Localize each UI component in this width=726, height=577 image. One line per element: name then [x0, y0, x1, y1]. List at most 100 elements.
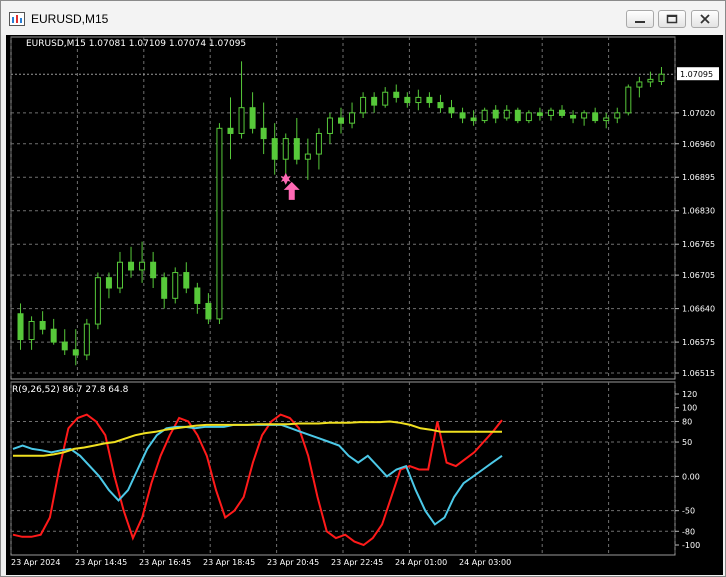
minimize-icon: [635, 21, 645, 23]
price-tick-label: 1.06960: [682, 140, 715, 149]
time-axis-label: 24 Apr 01:00: [395, 558, 447, 567]
candle-body: [161, 277, 168, 299]
candle-body: [271, 138, 278, 160]
price-tick-label: 1.07020: [682, 109, 715, 118]
candle-body: [514, 109, 521, 122]
candle-body: [227, 127, 234, 134]
price-tick-label: 1.06895: [682, 173, 715, 182]
time-axis-label: 23 Apr 18:45: [203, 558, 255, 567]
candle-body: [603, 117, 610, 122]
osc-tick-label: -50: [682, 507, 695, 516]
candle-body: [349, 112, 356, 124]
candle-body: [360, 96, 367, 114]
candle-body: [28, 320, 35, 341]
candle-body: [415, 96, 422, 104]
candle-body: [94, 277, 101, 325]
candle-body: [547, 109, 554, 116]
candle-body: [83, 323, 90, 356]
candle-body: [282, 138, 289, 160]
candle-body: [636, 81, 643, 88]
candle-body: [61, 341, 68, 351]
candle-body: [17, 313, 24, 341]
price-tick-label: 1.06765: [682, 240, 715, 249]
candle-body: [448, 107, 455, 114]
candle-body: [315, 132, 322, 155]
candle-body: [194, 287, 201, 304]
candle-body: [338, 117, 344, 124]
candle-body: [525, 112, 532, 122]
chart-window: EURUSD,M15 1.07020 1.06960 1.06895 1.06830 1…: [0, 0, 726, 577]
candle-body: [570, 114, 577, 119]
candle-body: [116, 261, 123, 289]
indicator-pane-header: R(9,26,52) 86.7 27.8 64.8: [12, 385, 129, 395]
osc-tick-label: 120: [682, 390, 697, 399]
osc-tick-label: -100: [682, 541, 700, 550]
signal-star-icon: [280, 172, 291, 185]
price-tick-label: 1.06830: [682, 207, 715, 216]
candle-body: [404, 96, 411, 104]
candle-body: [293, 138, 300, 160]
chart-app-icon: [9, 12, 25, 26]
candle-body: [150, 261, 157, 279]
candle-body: [426, 96, 433, 104]
candle-body: [39, 320, 46, 330]
oscillator-line: [12, 413, 503, 547]
candle-body: [260, 127, 267, 140]
candle-body: [581, 112, 588, 119]
candle-body: [503, 109, 510, 119]
candle-body: [481, 109, 488, 122]
candle-body: [183, 272, 190, 289]
main-pane-header: EURUSD,M15 1.07081 1.07109 1.07074 1.070…: [26, 39, 246, 49]
candle-body: [249, 107, 256, 129]
candle-body: [105, 277, 112, 289]
candle-body: [658, 73, 665, 82]
oscillator-line: [12, 423, 503, 526]
candle-body: [326, 117, 333, 134]
buy-arrow-icon: [283, 181, 300, 200]
osc-tick-label: 80: [682, 417, 692, 426]
candle-body: [172, 272, 179, 299]
time-axis-label: 23 Apr 22:45: [331, 558, 383, 567]
candle-body: [205, 302, 212, 320]
maximize-icon: [666, 14, 678, 24]
price-tick-label: 1.06575: [682, 338, 715, 347]
candle-body: [536, 112, 543, 116]
osc-tick-label: 0.00: [682, 472, 700, 481]
candle-body: [128, 261, 135, 271]
osc-tick-label: 50: [682, 438, 692, 447]
time-axis-label: 23 Apr 2024: [11, 558, 60, 567]
candle-body: [393, 91, 400, 98]
candle-body: [139, 261, 146, 271]
candle-body: [382, 91, 389, 106]
time-axis-label: 23 Apr 14:45: [75, 558, 127, 567]
candle-body: [216, 127, 223, 320]
candle-body: [371, 96, 378, 106]
candle-body: [647, 78, 654, 83]
close-button[interactable]: [691, 10, 719, 28]
osc-tick-label: -80: [682, 527, 695, 536]
candle-body: [592, 112, 599, 122]
maximize-button[interactable]: [658, 10, 686, 28]
chart-area[interactable]: 1.07020 1.06960 1.06895 1.06830 1.06765 1.067…: [6, 35, 723, 575]
candle-body: [304, 153, 311, 160]
chart-canvas[interactable]: 1.07020 1.06960 1.06895 1.06830 1.06765 1.067…: [6, 35, 723, 575]
price-tick-label: 1.06515: [682, 369, 715, 378]
candle-body: [614, 112, 621, 119]
candle-body: [492, 109, 499, 119]
candle-body: [50, 328, 57, 343]
time-axis-label: 23 Apr 20:45: [267, 558, 319, 567]
window-title: EURUSD,M15: [31, 12, 109, 26]
price-tick-label: 1.06705: [682, 271, 715, 280]
close-icon: [700, 14, 710, 24]
price-tick-label: 1.06640: [682, 305, 715, 314]
minimize-button[interactable]: [626, 10, 654, 28]
candle-body: [72, 349, 79, 356]
current-price-label: 1.07095: [680, 70, 713, 79]
title-bar[interactable]: EURUSD,M15: [1, 1, 725, 35]
candle-body: [625, 86, 632, 114]
candle-body: [238, 107, 245, 134]
osc-tick-label: 100: [682, 404, 697, 413]
time-axis-label: 24 Apr 03:00: [459, 558, 511, 567]
time-axis-label: 23 Apr 16:45: [139, 558, 191, 567]
candle-body: [470, 117, 477, 122]
